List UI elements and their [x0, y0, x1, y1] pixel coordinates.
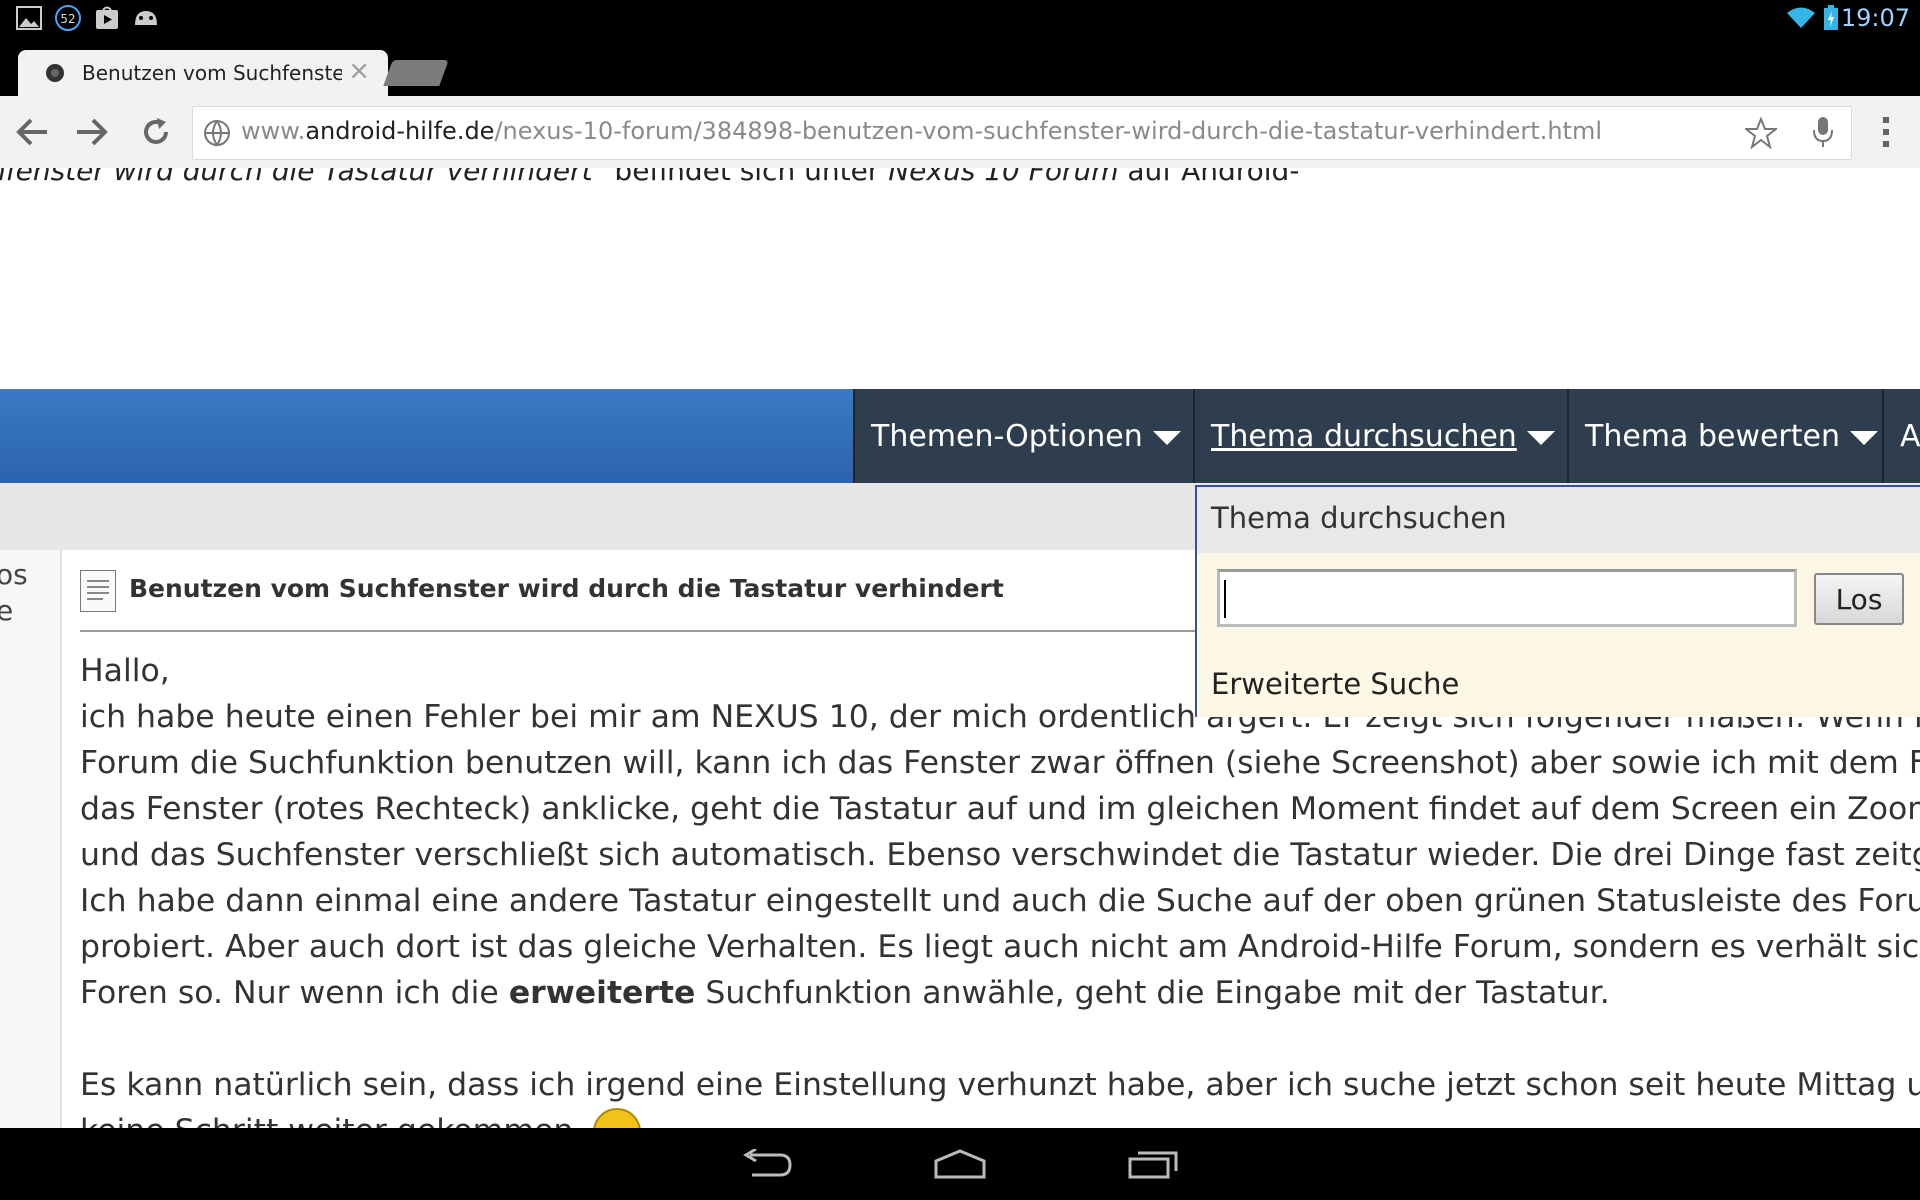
snippet-thread-title: nfenster wird durch die Tastatur verhind…: [0, 168, 606, 187]
snippet-text-2: auf Android-: [1118, 168, 1300, 187]
nav-item-partial[interactable]: A: [1882, 389, 1920, 483]
nav-label: A: [1900, 418, 1920, 454]
side-text: e: [0, 594, 14, 627]
post-line: Forum die Suchfunktion benutzen will, ka…: [80, 745, 1920, 781]
side-text: os: [0, 558, 28, 591]
wifi-icon: [1786, 6, 1816, 30]
back-arrow-icon[interactable]: [10, 110, 54, 154]
bookmark-star-icon[interactable]: [1743, 116, 1779, 153]
post-bold-text: erweiterte: [508, 975, 696, 1011]
post-line: das Fenster (rotes Rechteck) anklicke, g…: [80, 791, 1920, 827]
post-document-icon: [80, 570, 116, 612]
notification-count-icon: 52: [54, 5, 82, 31]
reload-icon[interactable]: [134, 110, 178, 154]
url-path: /nexus-10-forum/384898-benutzen-vom-such…: [494, 117, 1602, 145]
post-text: keine Schritt weiter gekommen.: [80, 1113, 593, 1128]
android-icon: [132, 6, 160, 30]
battery-icon: [1822, 5, 1840, 30]
url-text: www.android-hilfe.de/nexus-10-forum/3848…: [241, 117, 1602, 145]
nav-bar-blue-area: [0, 389, 853, 483]
tab-title: Benutzen vom Suchfenster wird durch die …: [82, 61, 342, 85]
overflow-menu-icon[interactable]: [1864, 110, 1908, 154]
url-prefix: www.: [241, 117, 306, 145]
tab-active[interactable]: Benutzen vom Suchfenster wird durch die …: [18, 50, 388, 96]
post-text: Foren so. Nur wenn ich die: [80, 975, 509, 1011]
search-go-button[interactable]: Los: [1814, 573, 1904, 625]
url-domain: android-hilfe.de: [305, 117, 495, 145]
globe-icon: [203, 119, 231, 151]
breadcrumb-snippet: nfenster wird durch die Tastatur verhind…: [0, 168, 1299, 187]
caret-down-icon: [1526, 431, 1555, 445]
tab-close-icon[interactable]: ×: [348, 56, 370, 86]
dropdown-title: Thema durchsuchen: [1211, 501, 1507, 535]
site-favicon-icon: [44, 62, 66, 88]
post-line: Foren so. Nur wenn ich die erweiterte Su…: [80, 970, 1920, 1016]
nav-thema-bewerten[interactable]: Thema bewerten: [1567, 389, 1882, 483]
post-body: Hallo, ich habe heute einen Fehler bei m…: [80, 648, 1920, 1128]
forward-arrow-icon[interactable]: [70, 110, 114, 154]
new-tab-button[interactable]: [383, 60, 449, 86]
post-text: Suchfunktion anwähle, geht die Eingabe m…: [695, 975, 1610, 1011]
status-bar: 52 19:07: [0, 0, 1920, 40]
play-store-icon: [94, 6, 120, 30]
advanced-search-link[interactable]: Erweiterte Suche: [1211, 667, 1459, 701]
caret-down-icon: [1850, 431, 1878, 445]
system-nav-bar: [0, 1128, 1920, 1200]
thread-search-dropdown: Thema durchsuchen Los Erweiterte Suche: [1195, 485, 1920, 717]
smiley-icon: [593, 1108, 642, 1128]
microphone-icon[interactable]: [1811, 115, 1835, 153]
browser-toolbar: www.android-hilfe.de/nexus-10-forum/3848…: [0, 96, 1920, 169]
dropdown-header: Thema durchsuchen: [1197, 487, 1920, 553]
nav-label: Thema durchsuchen: [1211, 418, 1517, 454]
image-icon: [16, 6, 42, 30]
back-nav-icon[interactable]: [722, 1138, 812, 1190]
snippet-text: befindet sich unter: [605, 168, 889, 187]
thread-nav-bar: Themen-Optionen Thema durchsuchen Thema …: [0, 389, 1920, 483]
post-line: keine Schritt weiter gekommen.: [80, 1108, 1920, 1128]
dropdown-body: Los Erweiterte Suche: [1197, 553, 1920, 717]
home-nav-icon[interactable]: [915, 1138, 1005, 1190]
nav-label: Themen-Optionen: [871, 418, 1143, 454]
nav-label: Thema bewerten: [1585, 418, 1840, 454]
recents-nav-icon[interactable]: [1108, 1138, 1198, 1190]
post-line: und das Suchfenster verschließt sich aut…: [80, 837, 1920, 873]
notification-badge: 52: [60, 12, 75, 26]
nav-themen-optionen[interactable]: Themen-Optionen: [853, 389, 1193, 483]
web-page: nfenster wird durch die Tastatur verhind…: [0, 168, 1920, 1128]
text-cursor: [1224, 580, 1226, 618]
nav-thema-durchsuchen[interactable]: Thema durchsuchen: [1193, 389, 1567, 483]
post-line: Es kann natürlich sein, dass ich irgend …: [80, 1067, 1920, 1103]
snippet-forum-link[interactable]: Nexus 10 Forum: [888, 168, 1118, 187]
post-line: probiert. Aber auch dort ist das gleiche…: [80, 929, 1920, 965]
post-title: Benutzen vom Suchfenster wird durch die …: [129, 574, 1004, 603]
user-info-column: [0, 550, 62, 1128]
post-line: Ich habe dann einmal eine andere Tastatu…: [80, 883, 1920, 919]
caret-down-icon: [1152, 431, 1181, 445]
status-time: 19:07: [1840, 4, 1910, 32]
thread-search-input[interactable]: [1217, 569, 1797, 627]
tab-strip: Benutzen vom Suchfenster wird durch die …: [0, 40, 1920, 96]
post-header: Benutzen vom Suchfenster wird durch die …: [80, 566, 1210, 632]
url-bar[interactable]: www.android-hilfe.de/nexus-10-forum/3848…: [192, 106, 1852, 160]
